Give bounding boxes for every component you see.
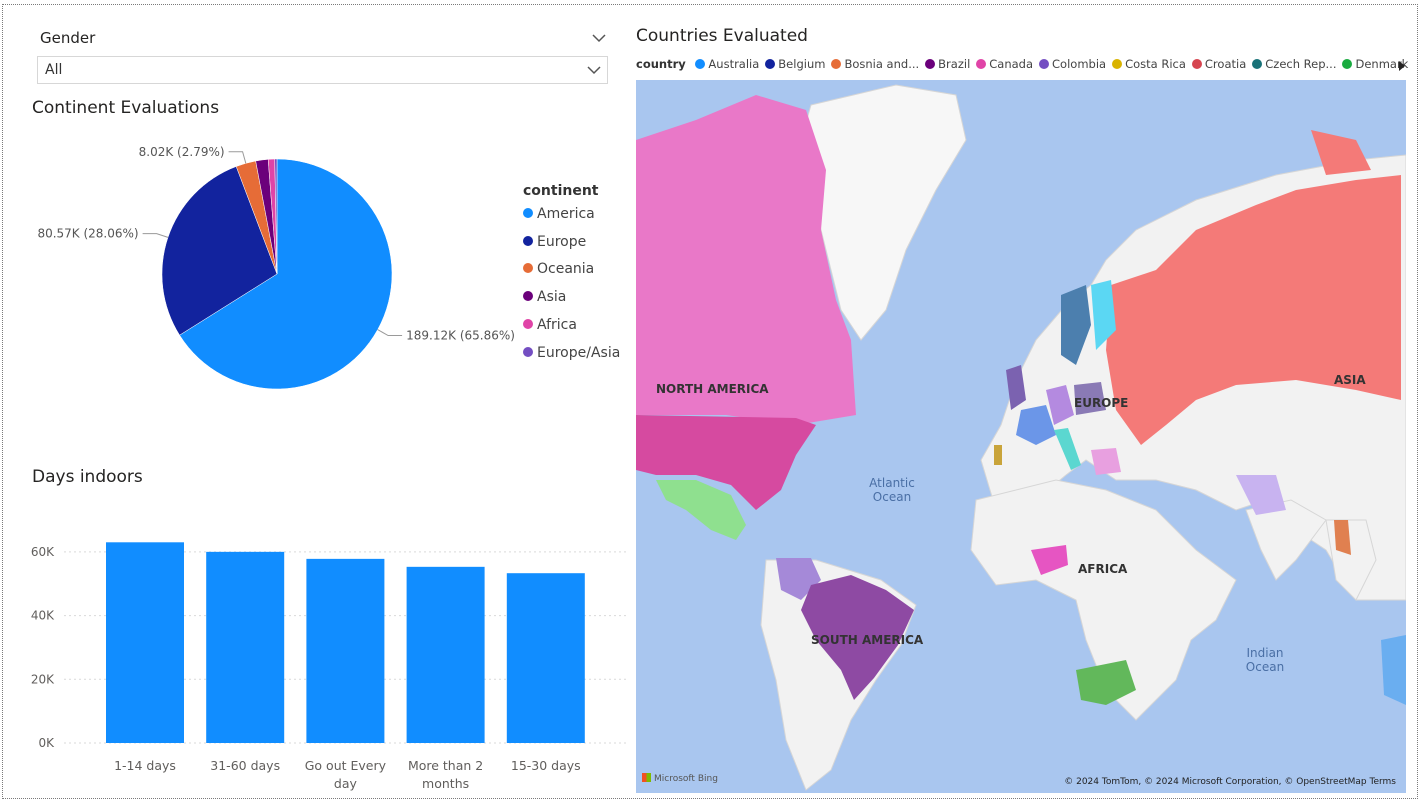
gender-dropdown-value: All	[45, 62, 63, 78]
legend-dot-icon	[765, 59, 776, 69]
y-tick-label: 20K	[31, 672, 55, 686]
pie-data-label-oceania: 8.02K (2.79%)	[139, 145, 225, 159]
legend-label: Africa	[537, 316, 577, 333]
gender-dropdown[interactable]: All	[37, 56, 608, 84]
legend-dot-icon	[1112, 59, 1123, 69]
map-legend-item-colombia[interactable]: Colombia	[1039, 57, 1106, 71]
map-legend-item-bosnia-and[interactable]: Bosnia and...	[831, 57, 919, 71]
map-canvas	[636, 84, 1406, 791]
y-tick-label: 60K	[31, 545, 55, 559]
world-map[interactable]: NORTH AMERICA SOUTH AMERICA EUROPE AFRIC…	[636, 80, 1406, 793]
map-legend-title: country	[636, 57, 686, 71]
map-legend-label: Bosnia and...	[844, 57, 920, 71]
map-legend-label: Belgium	[778, 57, 826, 71]
map-provider: Microsoft Bing	[654, 774, 718, 784]
map-legend-item-czech-rep[interactable]: Czech Rep...	[1252, 57, 1336, 71]
legend-item-europe[interactable]: Europe	[523, 234, 586, 252]
pie-data-label-america: 189.12K (65.86%)	[406, 328, 515, 342]
gender-slicer-title: Gender	[40, 29, 96, 47]
legend-dot-icon	[976, 59, 987, 69]
map-title: Countries Evaluated	[636, 26, 808, 46]
legend-item-oceania[interactable]: Oceania	[523, 261, 594, 279]
legend-item-africa[interactable]: Africa	[523, 317, 577, 335]
map-legend-item-belgium[interactable]: Belgium	[765, 57, 825, 71]
legend-dot-icon	[523, 291, 533, 302]
pie-leader-line-oceania	[228, 151, 247, 164]
pie-chart[interactable]: 189.12K (65.86%) 80.57K (28.06%) 8.02K (2.…	[0, 120, 520, 420]
map-legend-label: Czech Rep...	[1265, 57, 1337, 71]
legend-dot-icon	[523, 263, 533, 274]
x-tick-label: Go out Every day	[305, 758, 387, 791]
chevron-down-icon[interactable]	[590, 30, 608, 46]
map-legend-label: Canada	[989, 57, 1034, 71]
x-tick-label: 15-30 days	[511, 758, 581, 773]
legend-dot-icon	[523, 208, 533, 218]
legend-label: America	[537, 206, 595, 222]
australia-region	[1381, 635, 1406, 705]
pie-leader-line-europe	[142, 233, 169, 238]
x-tick-label: 31-60 days	[210, 758, 280, 773]
south-america-label: SOUTH AMERICA	[811, 633, 924, 647]
map-legend-label: Costa Rica	[1125, 57, 1186, 71]
legend-label: Europe/Asia	[537, 344, 621, 361]
legend-dot-icon	[523, 346, 533, 357]
legend-next-arrow-icon[interactable]	[1398, 60, 1406, 72]
legend-dot-icon	[1342, 59, 1353, 69]
legend-dot-icon	[523, 318, 533, 329]
bar-15-30-days[interactable]	[506, 573, 585, 743]
legend-dot-icon	[925, 59, 936, 69]
pie-leader-line-america	[377, 329, 403, 336]
legend-dot-icon	[695, 59, 706, 69]
pie-legend-title: continent	[523, 183, 599, 199]
bar-31-60-days[interactable]	[206, 551, 285, 743]
legend-label: Asia	[537, 289, 567, 306]
legend-dot-icon	[1039, 59, 1050, 69]
y-tick-label: 0K	[38, 736, 55, 750]
mexico-region	[656, 480, 746, 540]
bar-1-14-days[interactable]	[106, 542, 184, 743]
legend-label: Europe	[537, 233, 587, 250]
north-america-label: NORTH AMERICA	[656, 382, 769, 396]
chevron-down-icon	[587, 66, 601, 75]
map-legend: country Australia Belgium Bosnia and... Bra…	[636, 57, 1410, 75]
legend-label: Oceania	[537, 261, 595, 278]
bar-chart[interactable]: 0K 20K 40K 60K 1-14 days 31-60 days Go out Eve…	[0, 500, 630, 800]
legend-item-europe-asia[interactable]: Europe/Asia	[523, 345, 620, 363]
bing-logo: Microsoft Bing	[642, 773, 718, 784]
map-legend-label: Croatia	[1204, 57, 1247, 71]
africa-label: AFRICA	[1078, 562, 1128, 576]
map-legend-label: Australia	[708, 57, 760, 71]
map-legend-item-costa-rica[interactable]: Costa Rica	[1112, 57, 1186, 71]
map-attribution[interactable]: © 2024 TomTom, © 2024 Microsoft Corporat…	[1064, 777, 1396, 787]
microsoft-logo-icon	[642, 773, 651, 782]
portugal-region	[994, 445, 1002, 465]
map-legend-item-canada[interactable]: Canada	[976, 57, 1033, 71]
pie-chart-title: Continent Evaluations	[32, 98, 220, 118]
legend-dot-icon	[523, 235, 533, 246]
legend-dot-icon	[831, 59, 842, 69]
asia-label: ASIA	[1334, 373, 1366, 387]
map-legend-item-australia[interactable]: Australia	[695, 57, 759, 71]
bar-chart-title: Days indoors	[32, 467, 143, 487]
indian-ocean-label: Indian Ocean	[1245, 646, 1285, 674]
turkey-region	[1091, 448, 1121, 475]
bar-go-out-every-day[interactable]	[306, 558, 385, 743]
thailand-region	[1334, 520, 1351, 555]
legend-dot-icon	[1252, 59, 1263, 69]
legend-dot-icon	[1191, 59, 1202, 69]
map-legend-item-croatia[interactable]: Croatia	[1191, 57, 1247, 71]
x-tick-label: 1-14 days	[114, 758, 176, 773]
atlantic-ocean-label: Atlantic Ocean	[869, 476, 915, 504]
map-legend-label: Brazil	[938, 57, 971, 71]
pie-data-label-europe: 80.57K (28.06%)	[37, 227, 138, 241]
x-tick-label: More than 2 months	[408, 758, 483, 791]
legend-item-asia[interactable]: Asia	[523, 289, 566, 307]
map-legend-item-brazil[interactable]: Brazil	[925, 57, 970, 71]
bar-more-than-2-months[interactable]	[406, 566, 485, 743]
y-tick-label: 40K	[31, 609, 55, 623]
map-legend-label: Colombia	[1052, 57, 1107, 71]
legend-item-america[interactable]: America	[523, 206, 595, 224]
europe-label: EUROPE	[1074, 396, 1129, 410]
